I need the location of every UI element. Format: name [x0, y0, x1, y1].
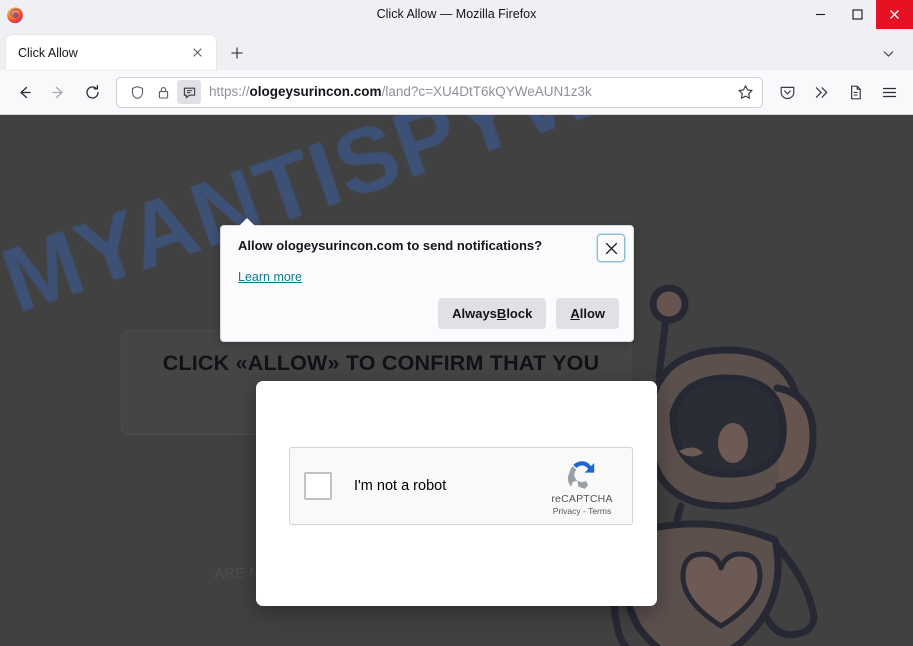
allow-post: llow — [579, 306, 605, 321]
url-scheme: https:// — [209, 84, 250, 99]
window-title: Click Allow — Mozilla Firefox — [376, 7, 537, 21]
learn-more-link[interactable]: Learn more — [238, 270, 302, 284]
list-all-tabs-button[interactable] — [875, 40, 901, 66]
maximize-button[interactable] — [839, 0, 876, 29]
tab-label: Click Allow — [18, 45, 78, 60]
reload-button[interactable] — [76, 76, 108, 108]
back-button[interactable] — [8, 76, 40, 108]
checkbox-unchecked-icon[interactable] — [304, 472, 332, 500]
tab-close-icon[interactable] — [184, 40, 210, 66]
tab-strip: Click Allow — [0, 29, 913, 70]
always-block-button[interactable]: Always Block — [438, 298, 547, 329]
url-text[interactable]: https://ologeysurincon.com/land?c=XU4DtT… — [209, 82, 730, 102]
pocket-icon[interactable] — [771, 76, 803, 108]
notification-permission-icon[interactable] — [177, 80, 201, 104]
title-bar: Click Allow — Mozilla Firefox — [0, 0, 913, 29]
captcha-card: I'm not a robot reCAPTCHA Privacy - Term… — [256, 381, 657, 606]
allow-button[interactable]: Allow — [556, 298, 619, 329]
forward-button[interactable] — [42, 76, 74, 108]
account-icon[interactable] — [839, 76, 871, 108]
recaptcha-links[interactable]: Privacy - Terms — [544, 506, 620, 516]
popup-arrow — [239, 218, 255, 226]
url-path: /land?c=XU4DtT6kQYWeAUN1z3k — [381, 84, 592, 99]
always-block-post: lock — [506, 306, 533, 321]
close-icon[interactable] — [597, 234, 625, 262]
new-tab-button[interactable] — [224, 40, 250, 66]
notification-permission-popup: Allow ologeysurincon.com to send notific… — [220, 218, 634, 342]
minimize-button[interactable] — [802, 0, 839, 29]
page-content: MYANTISPYWARE.COM — [0, 115, 913, 646]
permission-actions: Always Block Allow — [438, 298, 619, 329]
lock-icon[interactable] — [151, 80, 175, 104]
window-controls — [802, 0, 913, 29]
browser-tab[interactable]: Click Allow — [6, 35, 216, 70]
recaptcha-label: I'm not a robot — [354, 478, 447, 494]
recaptcha-brand: reCAPTCHA Privacy - Terms — [544, 457, 620, 516]
shield-icon[interactable] — [125, 80, 149, 104]
star-icon[interactable] — [732, 79, 758, 105]
always-block-accesskey: B — [496, 306, 507, 321]
chevrons-right-icon[interactable] — [805, 76, 837, 108]
hamburger-menu-icon[interactable] — [873, 76, 905, 108]
recaptcha-widget[interactable]: I'm not a robot reCAPTCHA Privacy - Term… — [289, 447, 633, 525]
allow-accesskey: A — [570, 306, 580, 321]
url-bar[interactable]: https://ologeysurincon.com/land?c=XU4DtT… — [116, 76, 763, 108]
recaptcha-brand-name: reCAPTCHA — [551, 492, 613, 505]
permission-prompt-title: Allow ologeysurincon.com to send notific… — [238, 238, 543, 253]
url-host: ologeysurincon.com — [249, 84, 382, 99]
firefox-browser-window: Click Allow — Mozilla Firefox Click Allo… — [0, 0, 913, 646]
close-window-button[interactable] — [876, 0, 913, 29]
page-title: CLICK «ALLOW» TO CONFIRM THAT YOU — [162, 351, 600, 375]
always-block-pre: Always — [452, 306, 497, 321]
navigation-toolbar: https://ologeysurincon.com/land?c=XU4DtT… — [0, 70, 913, 115]
firefox-logo-icon — [5, 5, 25, 25]
recaptcha-logo-icon — [544, 457, 620, 491]
